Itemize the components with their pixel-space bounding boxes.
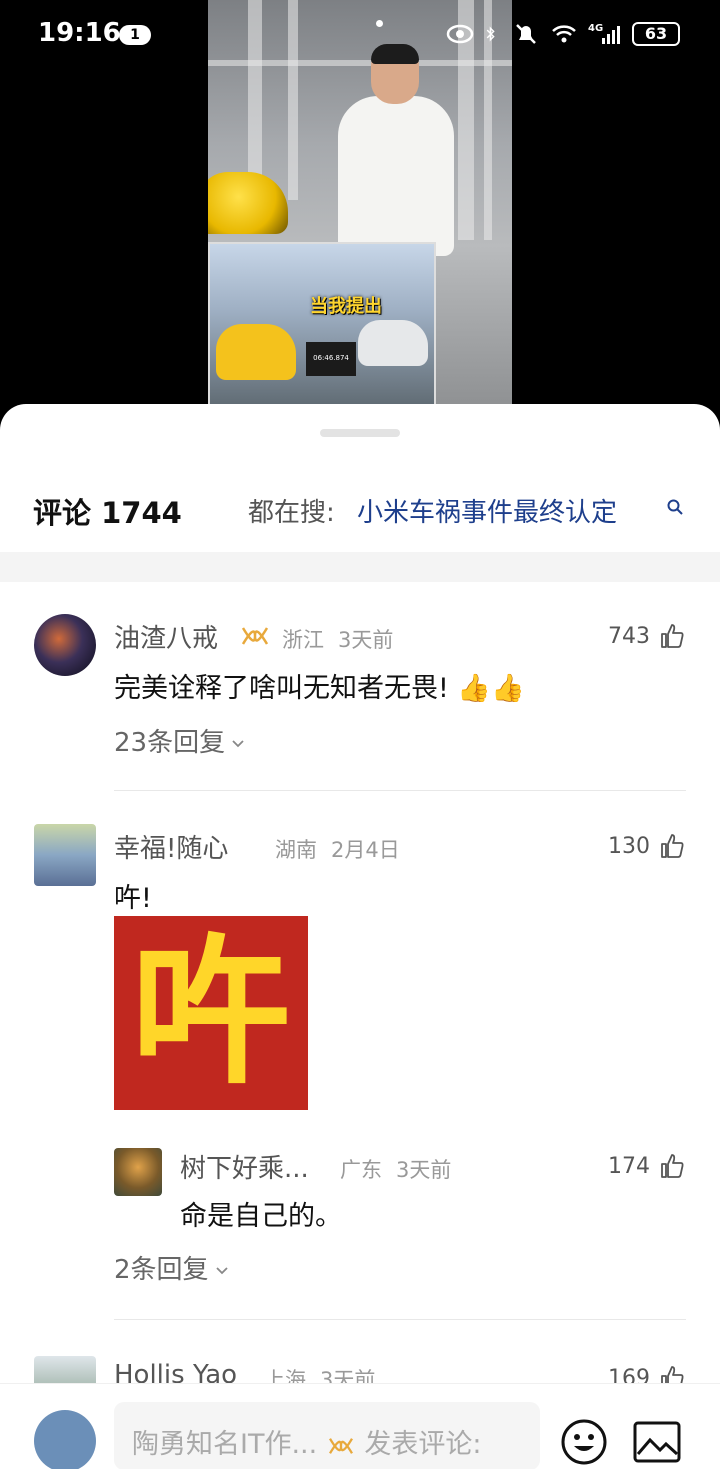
yellow-car-image [208,172,288,234]
trending-search-label: 都在搜: [248,498,335,528]
trending-search-link[interactable]: 小米车祸事件最终认定 [357,492,617,529]
input-placeholder-name: 陶勇知名IT作... [132,1429,318,1460]
input-placeholder-action: 发表评论: [364,1429,482,1460]
vip-badge-icon [241,627,269,645]
comment-username[interactable]: 油渣八戒 [114,618,218,655]
comment-input[interactable]: 陶勇知名IT作... 发表评论: [114,1402,540,1469]
image-icon[interactable] [632,1420,682,1464]
view-replies-button[interactable]: 23条回复 [114,722,245,759]
comment-text: 吘! [114,883,152,914]
status-bar: 19:16 1 4G 63 [0,0,720,70]
avatar[interactable] [34,824,96,886]
comment-sticker-image[interactable]: 吘 [114,916,308,1110]
view-replies-button[interactable]: 2条回复 [114,1249,229,1286]
notification-badge: 1 [119,25,151,45]
comment-divider [114,1319,686,1320]
presenter-figure [338,96,454,256]
vip-badge-icon [328,1437,353,1454]
battery-indicator: 63 [632,22,680,46]
header-divider [0,552,720,582]
comments-sheet: 评论 1744 都在搜: 小米车祸事件最终认定 油渣八戒 浙江 3天前 743 … [0,404,720,1469]
comment-input-bar: 陶勇知名IT作... 发表评论: [0,1383,720,1469]
bluetooth-icon [486,26,495,42]
reply-username[interactable]: 树下好乘... [180,1148,309,1185]
thumbs-up-emoji: 👍👍 [457,673,525,704]
avatar[interactable] [34,614,96,676]
reply-item: 树下好乘... 广东 3天前 174 命是自己的。 [0,1148,720,1238]
cellular-signal-icon: 4G [588,23,620,44]
reply-text: 命是自己的。 [180,1201,342,1232]
wifi-icon [552,25,576,43]
comment-time: 2月4日 [331,838,400,862]
presentation-board: 06:46.874 当我提出 [208,242,436,410]
thumbs-up-icon[interactable] [658,1152,686,1180]
comment-location: 湖南 [275,838,317,862]
emoji-icon[interactable] [560,1418,608,1466]
eye-icon [446,24,474,44]
video-caption: 当我提出 [310,296,382,317]
comment-item: 油渣八戒 浙江 3天前 743 完美诠释了啥叫无知者无畏! 👍👍 23条回复 [0,614,720,794]
comment-location: 浙江 [282,628,324,652]
camera-dot [376,20,383,27]
current-user-avatar[interactable] [34,1410,96,1469]
comment-username[interactable]: 幸福!随心 [114,828,228,865]
comments-header: 评论 1744 都在搜: 小米车祸事件最终认定 [0,484,720,534]
lap-time-plaque: 06:46.874 [306,342,356,376]
reply-location: 广东 [340,1158,382,1182]
status-time: 19:16 [38,18,121,48]
comment-divider [114,790,686,791]
sticker-glyph: 吘 [130,919,291,1106]
thumbs-up-icon[interactable] [658,832,686,860]
mute-bell-icon [516,24,536,44]
like-count: 130 [608,834,650,859]
comments-count-title: 评论 1744 [33,496,182,530]
search-icon[interactable] [666,498,684,516]
comment-time: 3天前 [338,628,394,652]
reply-time: 3天前 [396,1158,452,1182]
chevron-down-icon [215,1266,228,1274]
thumbs-up-icon[interactable] [658,622,686,650]
sheet-drag-handle[interactable] [320,429,400,437]
svg-text:4G: 4G [588,23,603,34]
comment-text: 完美诠释了啥叫无知者无畏! 👍👍 [114,673,525,704]
reply-like-count: 174 [608,1154,650,1179]
like-count: 743 [608,624,650,649]
chevron-down-icon [232,739,244,747]
reply-avatar[interactable] [114,1148,162,1196]
